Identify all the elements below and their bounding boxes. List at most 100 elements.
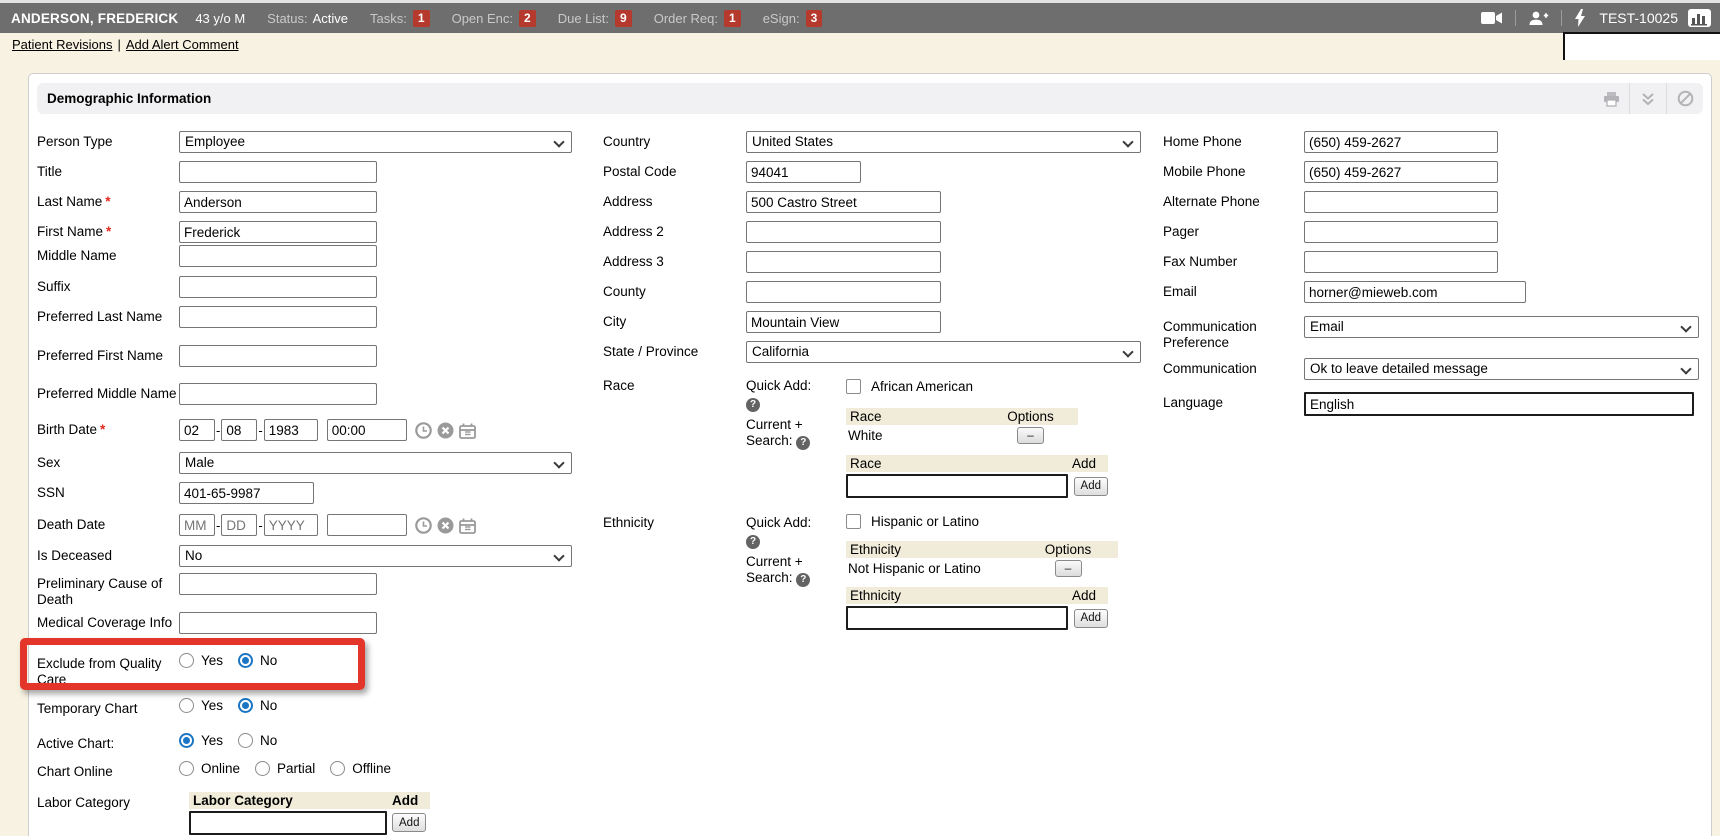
tasks-count-badge[interactable]: 1 <box>413 10 430 27</box>
death-time-input[interactable] <box>327 514 407 536</box>
temporary-chart-yes-radio[interactable] <box>179 698 194 713</box>
clear-date-icon[interactable] <box>437 422 454 444</box>
calendar-icon[interactable] <box>459 423 476 444</box>
birth-year-input[interactable] <box>264 419 318 441</box>
video-camera-icon[interactable] <box>1481 11 1503 25</box>
postal-code-input[interactable] <box>746 161 861 183</box>
address-input[interactable] <box>746 191 941 213</box>
last-name-input[interactable] <box>179 191 377 213</box>
death-month-input[interactable] <box>179 514 215 536</box>
chart-online-partial-radio[interactable] <box>255 761 270 776</box>
race-add-button[interactable]: Add <box>1074 477 1108 496</box>
sex-value: Male <box>185 455 214 470</box>
temporary-chart-yes-option: Yes <box>179 698 223 713</box>
field-row-is-deceased: Is Deceased No <box>37 545 595 567</box>
person-add-icon[interactable] <box>1528 11 1549 26</box>
comm-preference-select[interactable]: Email <box>1304 316 1699 338</box>
birth-day-input[interactable] <box>221 419 257 441</box>
print-icon[interactable] <box>1593 83 1629 114</box>
suffix-input[interactable] <box>179 276 377 298</box>
address2-input[interactable] <box>746 221 941 243</box>
clear-date-icon[interactable] <box>437 517 454 539</box>
bar-chart-icon[interactable] <box>1687 9 1712 28</box>
radio-option-label: No <box>260 698 277 713</box>
middle-name-input[interactable] <box>179 245 377 267</box>
add-alert-comment-link[interactable]: Add Alert Comment <box>126 37 239 52</box>
email-input[interactable] <box>1304 281 1526 303</box>
disable-circle-slash-icon[interactable] <box>1667 83 1703 114</box>
esign-count-badge[interactable]: 3 <box>806 10 823 27</box>
due-list-count-badge[interactable]: 9 <box>615 10 632 27</box>
patient-revisions-link[interactable]: Patient Revisions <box>12 37 112 52</box>
exclude-quality-no-radio[interactable] <box>238 653 253 668</box>
clock-icon[interactable] <box>415 422 432 444</box>
order-req-count-badge[interactable]: 1 <box>724 10 741 27</box>
person-type-select[interactable]: Employee <box>179 131 572 153</box>
help-icon[interactable]: ? <box>746 535 760 549</box>
preferred-last-input[interactable] <box>179 306 377 328</box>
field-row-active-chart: Active Chart: Yes No <box>37 733 595 752</box>
address3-input[interactable] <box>746 251 941 273</box>
death-day-input[interactable] <box>221 514 257 536</box>
pager-input[interactable] <box>1304 221 1498 243</box>
ssn-input[interactable] <box>179 482 314 504</box>
is-deceased-select[interactable]: No <box>179 545 572 567</box>
page: ANDERSON, FREDERICK 43 y/o M Status: Act… <box>0 0 1720 836</box>
required-asterisk: * <box>105 194 110 209</box>
open-enc-count-badge[interactable]: 2 <box>519 10 536 27</box>
state-select[interactable]: California <box>746 341 1141 363</box>
language-input[interactable] <box>1304 392 1694 416</box>
clock-icon[interactable] <box>415 517 432 539</box>
communication-select[interactable]: Ok to leave detailed message <box>1304 358 1699 380</box>
labor-category-input[interactable] <box>189 811 387 835</box>
medical-coverage-input[interactable] <box>179 612 377 634</box>
open-enc-label: Open Enc: <box>452 11 513 26</box>
field-row-language: Language <box>1163 392 1720 416</box>
remove-race-button[interactable]: – <box>1017 427 1044 444</box>
hispanic-latino-checkbox[interactable] <box>846 514 861 529</box>
fax-number-label: Fax Number <box>1163 251 1304 270</box>
sex-select[interactable]: Male <box>179 452 572 474</box>
labor-category-add-button[interactable]: Add <box>392 813 426 832</box>
preferred-middle-input[interactable] <box>179 383 377 405</box>
date-separator: - <box>216 419 220 438</box>
race-add-input[interactable] <box>846 474 1068 498</box>
preferred-first-input[interactable] <box>179 345 377 367</box>
fax-number-input[interactable] <box>1304 251 1498 273</box>
alternate-phone-input[interactable] <box>1304 191 1498 213</box>
ethnicity-add-input[interactable] <box>846 606 1068 630</box>
chart-online-partial-option: Partial <box>255 761 315 776</box>
help-icon[interactable]: ? <box>746 398 760 412</box>
chart-online-offline-radio[interactable] <box>330 761 345 776</box>
exclude-quality-yes-radio[interactable] <box>179 653 194 668</box>
field-row-sex: Sex Male <box>37 452 595 474</box>
labor-category-table-header: Labor Category Add <box>189 792 430 809</box>
is-deceased-value: No <box>185 548 202 563</box>
mobile-phone-input[interactable] <box>1304 161 1498 183</box>
prelim-cause-input[interactable] <box>179 573 377 595</box>
ethnicity-add-button[interactable]: Add <box>1074 609 1108 628</box>
country-select[interactable]: United States <box>746 131 1141 153</box>
field-row-temporary-chart: Temporary Chart Yes No <box>37 698 595 717</box>
remove-ethnicity-button[interactable]: – <box>1055 560 1082 577</box>
first-name-input[interactable] <box>179 221 377 243</box>
collapse-double-chevron-icon[interactable] <box>1630 83 1666 114</box>
temporary-chart-no-radio[interactable] <box>238 698 253 713</box>
active-chart-no-radio[interactable] <box>238 733 253 748</box>
active-chart-yes-radio[interactable] <box>179 733 194 748</box>
labor-category-add-row: Add <box>189 811 430 835</box>
race-column-header: Race <box>846 456 1072 471</box>
calendar-icon[interactable] <box>459 518 476 539</box>
home-phone-input[interactable] <box>1304 131 1498 153</box>
birth-month-input[interactable] <box>179 419 215 441</box>
title-input[interactable] <box>179 161 377 183</box>
chart-online-online-radio[interactable] <box>179 761 194 776</box>
help-icon[interactable]: ? <box>796 573 810 587</box>
death-year-input[interactable] <box>264 514 318 536</box>
county-input[interactable] <box>746 281 941 303</box>
help-icon[interactable]: ? <box>796 436 810 450</box>
lightning-icon[interactable] <box>1574 9 1586 27</box>
city-input[interactable] <box>746 311 941 333</box>
african-american-checkbox[interactable] <box>846 379 861 394</box>
birth-time-input[interactable] <box>327 419 407 441</box>
